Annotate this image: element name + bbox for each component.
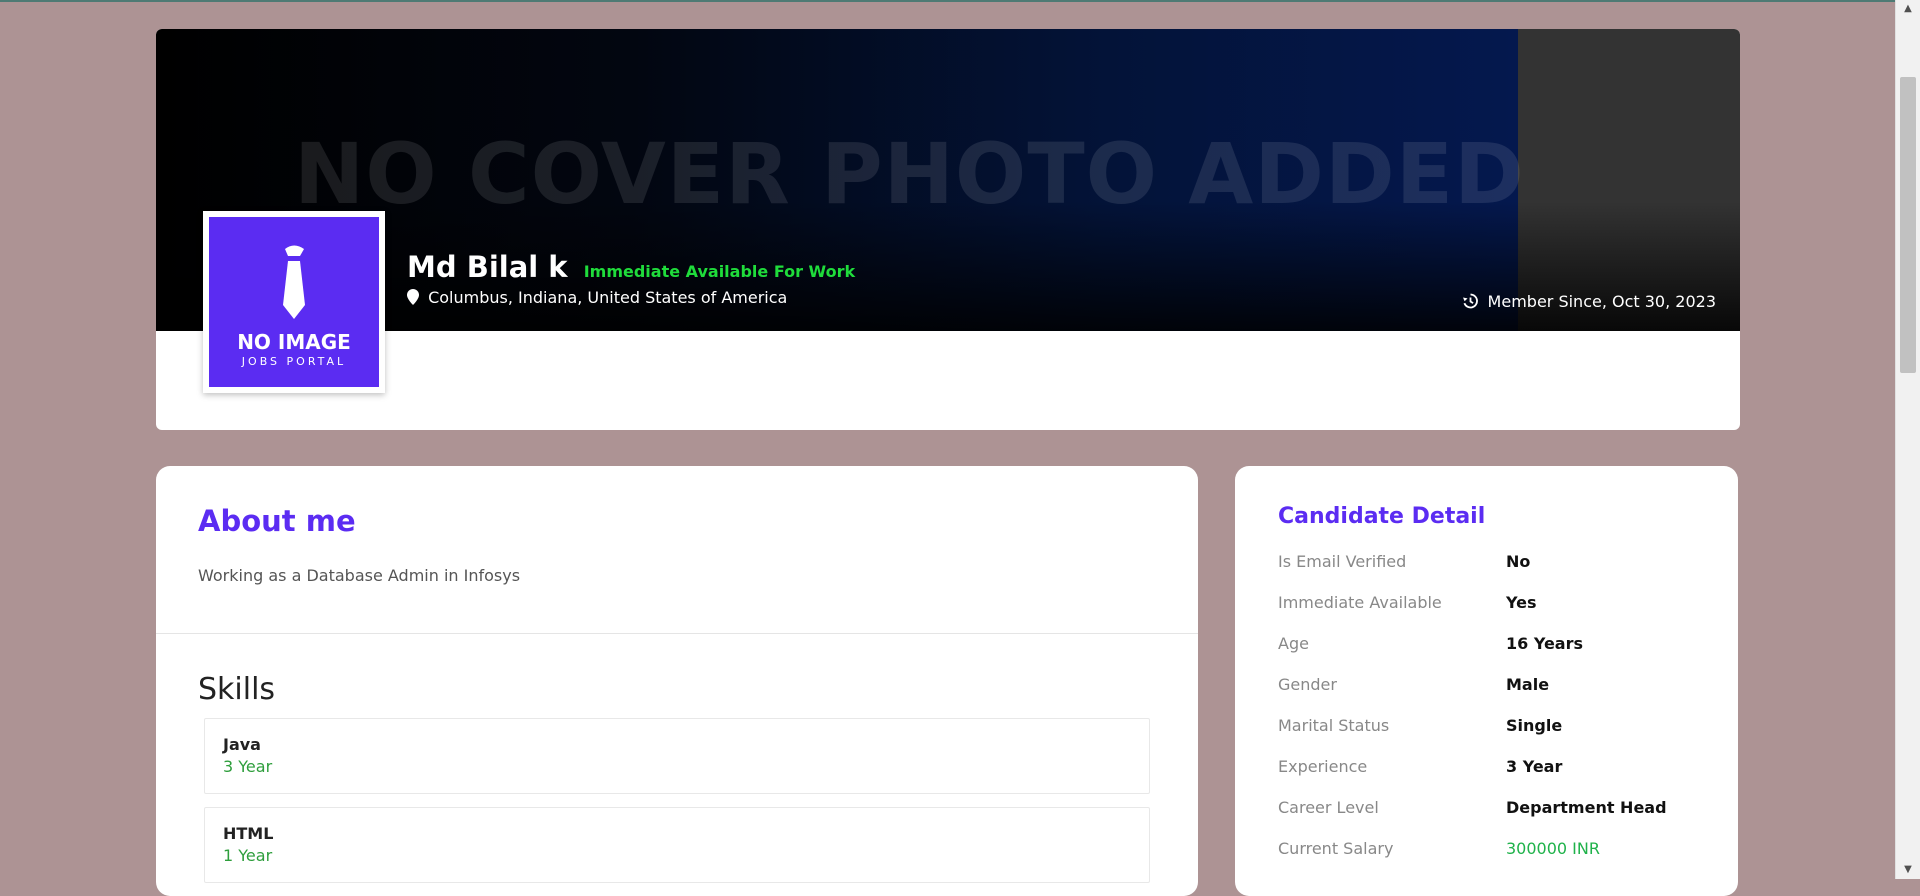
- detail-row-immediate-available: Immediate Available Yes: [1278, 593, 1708, 621]
- detail-label: Marital Status: [1278, 716, 1390, 735]
- avatar-subtitle: JOBS PORTAL: [241, 355, 347, 368]
- detail-row-marital-status: Marital Status Single: [1278, 716, 1708, 744]
- detail-label: Age: [1278, 634, 1309, 653]
- skill-item: Java 3 Year: [204, 718, 1150, 794]
- skill-experience: 3 Year: [223, 757, 273, 776]
- about-text: Working as a Database Admin in Infosys: [198, 566, 521, 585]
- detail-label: Is Email Verified: [1278, 552, 1407, 571]
- avatar-placeholder: NO IMAGE JOBS PORTAL: [209, 217, 379, 387]
- detail-label: Career Level: [1278, 798, 1379, 817]
- detail-row-experience: Experience 3 Year: [1278, 757, 1708, 785]
- profile-name-row: Md Bilal k Immediate Available For Work: [407, 250, 855, 284]
- location-text: Columbus, Indiana, United States of Amer…: [428, 288, 788, 307]
- detail-value: 16 Years: [1506, 634, 1584, 653]
- detail-value: No: [1506, 552, 1531, 571]
- detail-row-email-verified: Is Email Verified No: [1278, 552, 1708, 580]
- map-pin-icon: [407, 289, 419, 305]
- detail-label: Current Salary: [1278, 839, 1394, 858]
- detail-row-age: Age 16 Years: [1278, 634, 1708, 662]
- skill-experience: 1 Year: [223, 846, 273, 865]
- skills-title: Skills: [198, 672, 276, 707]
- scroll-down-arrow-icon[interactable]: ▼: [1896, 861, 1920, 879]
- divider: [156, 633, 1198, 634]
- member-since: Member Since, Oct 30, 2023: [1462, 292, 1716, 311]
- detail-label: Gender: [1278, 675, 1337, 694]
- skill-name: Java: [223, 735, 261, 754]
- detail-value: 300000 INR: [1506, 839, 1600, 858]
- about-title: About me: [198, 504, 356, 538]
- avatar-title: NO IMAGE: [237, 330, 351, 354]
- candidate-detail-card: Candidate Detail Is Email Verified No Im…: [1235, 466, 1738, 896]
- cover-photo: NO COVER PHOTO ADDED Md Bilal k Immediat…: [156, 29, 1740, 331]
- location: Columbus, Indiana, United States of Amer…: [407, 288, 787, 307]
- tie-icon: [277, 243, 311, 323]
- detail-row-current-salary: Current Salary 300000 INR: [1278, 839, 1708, 867]
- skill-item: HTML 1 Year: [204, 807, 1150, 883]
- detail-value: 3 Year: [1506, 757, 1563, 776]
- detail-value: Department Head: [1506, 798, 1667, 817]
- detail-value: Single: [1506, 716, 1563, 735]
- detail-value: Yes: [1506, 593, 1537, 612]
- scroll-up-arrow-icon[interactable]: ▲: [1896, 0, 1920, 18]
- page-scrollbar[interactable]: ▲ ▼: [1895, 0, 1920, 879]
- detail-label: Experience: [1278, 757, 1368, 776]
- member-since-text: Member Since, Oct 30, 2023: [1487, 292, 1716, 311]
- top-border: [0, 0, 1920, 2]
- history-icon: [1462, 293, 1479, 309]
- skill-name: HTML: [223, 824, 274, 843]
- scrollbar-thumb[interactable]: [1900, 77, 1916, 373]
- cover-shade: [156, 201, 1740, 331]
- avatar: NO IMAGE JOBS PORTAL: [203, 211, 385, 393]
- detail-value: Male: [1506, 675, 1550, 694]
- detail-label: Immediate Available: [1278, 593, 1442, 612]
- about-card: About me Working as a Database Admin in …: [156, 466, 1198, 896]
- candidate-detail-title: Candidate Detail: [1278, 504, 1486, 529]
- candidate-name: Md Bilal k: [407, 250, 568, 284]
- detail-row-gender: Gender Male: [1278, 675, 1708, 703]
- detail-row-career-level: Career Level Department Head: [1278, 798, 1708, 826]
- profile-header-card: NO COVER PHOTO ADDED Md Bilal k Immediat…: [156, 29, 1740, 430]
- availability-badge: Immediate Available For Work: [583, 262, 856, 281]
